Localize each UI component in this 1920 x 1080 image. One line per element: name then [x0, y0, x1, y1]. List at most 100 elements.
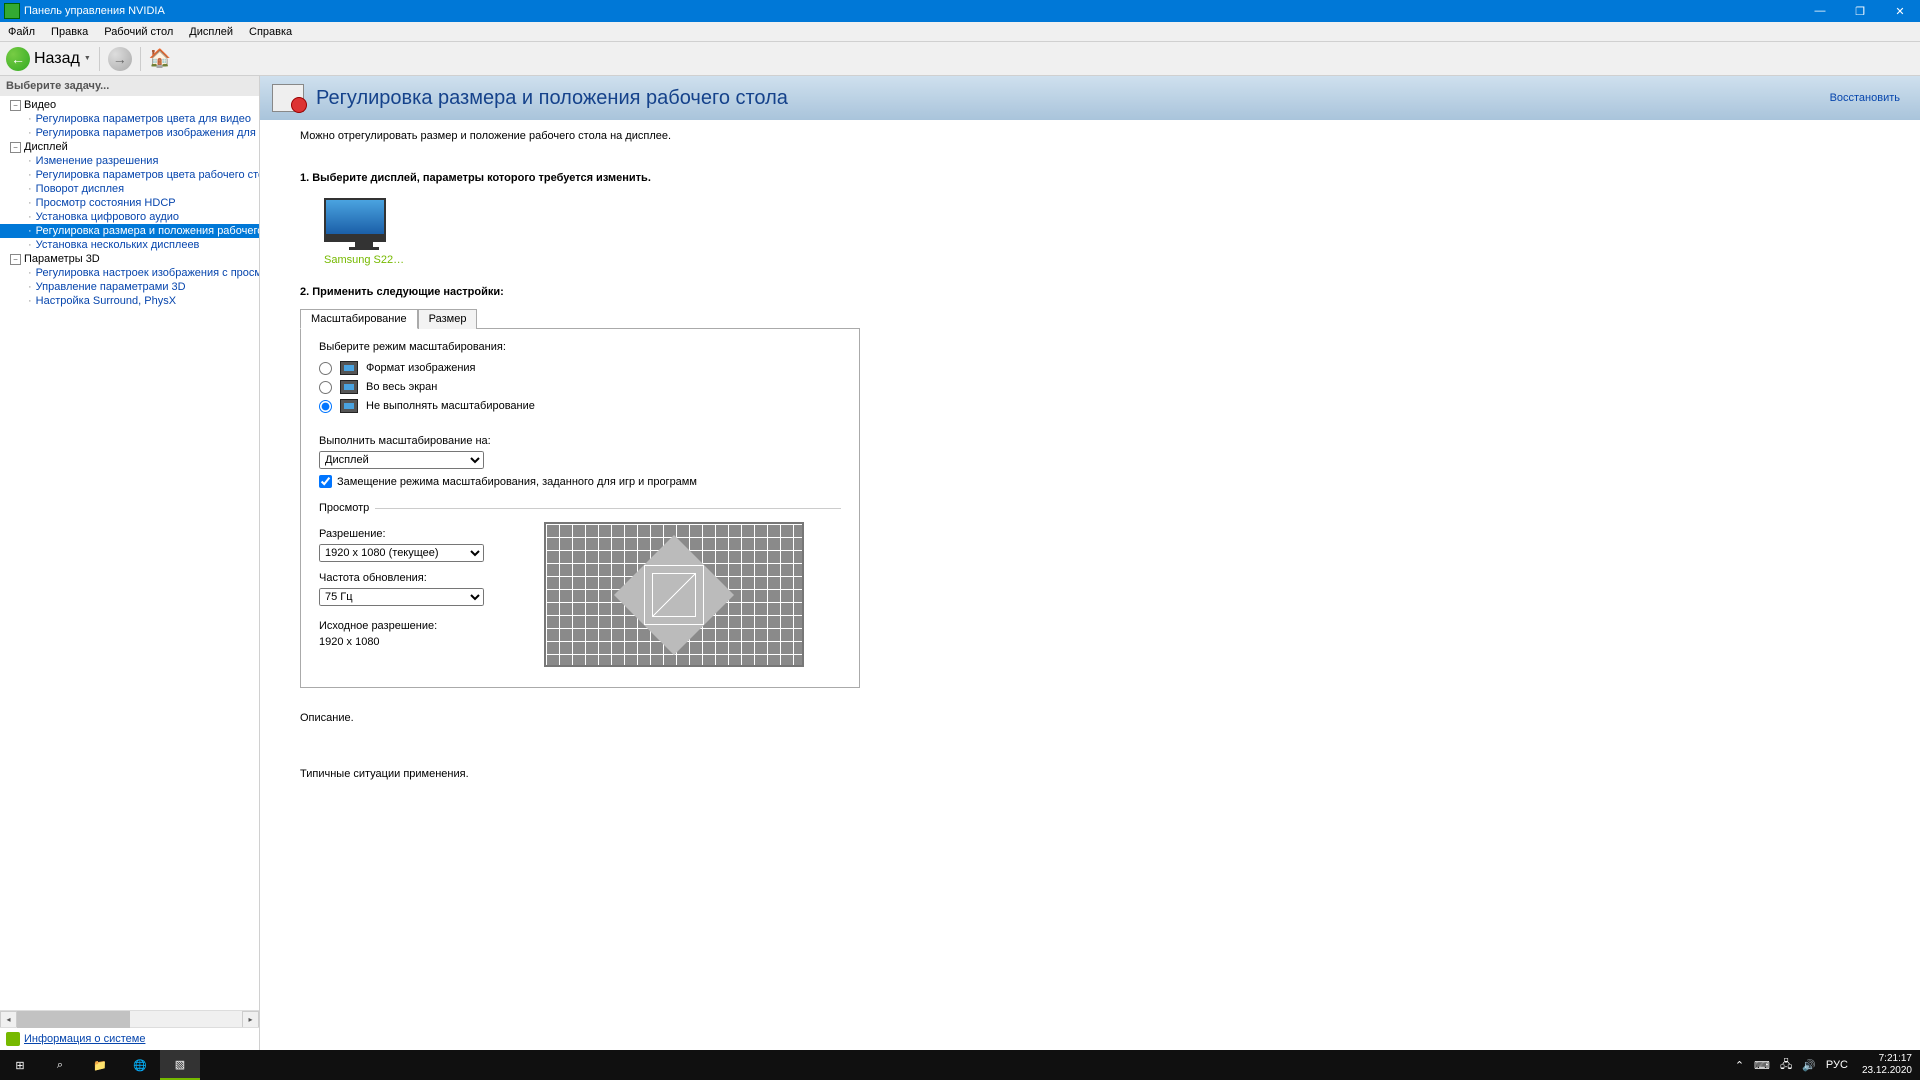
display-label: Samsung S22… — [324, 254, 404, 266]
scroll-left-icon[interactable]: ◂ — [0, 1011, 17, 1028]
system-info-link[interactable]: Информация о системе — [24, 1033, 145, 1045]
forward-button[interactable]: → — [108, 47, 132, 71]
tray-keyboard-icon[interactable]: ⌨ — [1754, 1059, 1770, 1072]
scroll-right-icon[interactable]: ▸ — [242, 1011, 259, 1028]
back-dropdown-icon[interactable]: ▼ — [84, 55, 91, 62]
tab-scaling[interactable]: Масштабирование — [300, 309, 418, 329]
page-content: Можно отрегулировать размер и положение … — [260, 120, 1920, 1050]
restore-defaults-link[interactable]: Восстановить — [1830, 92, 1908, 104]
override-label: Замещение режима масштабирования, заданн… — [337, 476, 697, 488]
radio-fullscreen-label: Во весь экран — [366, 381, 437, 393]
tree-item-adjust-size-position[interactable]: Регулировка размера и положения рабочего… — [0, 224, 259, 238]
home-button[interactable]: 🏠 — [149, 48, 171, 69]
taskbar-app-nvidia[interactable]: ▧ — [160, 1050, 200, 1080]
back-button[interactable]: ← Назад ▼ — [6, 47, 91, 71]
collapse-icon[interactable]: − — [10, 254, 21, 265]
native-res-label: Исходное разрешение: — [319, 620, 484, 632]
system-info-row: Информация о системе — [0, 1027, 259, 1050]
collapse-icon[interactable]: − — [10, 142, 21, 153]
tray-network-icon[interactable]: 🖧 — [1780, 1056, 1792, 1075]
step2-heading: 2. Применить следующие настройки: — [300, 286, 1880, 298]
tree-item-digital-audio[interactable]: Установка цифрового аудио — [0, 210, 259, 224]
search-button[interactable]: ⌕ — [40, 1050, 80, 1080]
radio-fullscreen-input[interactable] — [319, 381, 332, 394]
minimize-button[interactable]: — — [1800, 0, 1840, 22]
app-icon — [4, 3, 20, 19]
page-header-icon — [272, 84, 304, 112]
page-title: Регулировка размера и положения рабочего… — [316, 87, 1818, 110]
task-tree: −Видео Регулировка параметров цвета для … — [0, 96, 259, 1010]
perform-scaling-label: Выполнить масштабирование на: — [319, 435, 841, 447]
tree-item-rotate-display[interactable]: Поворот дисплея — [0, 182, 259, 196]
main-panel: Регулировка размера и положения рабочего… — [260, 76, 1920, 1050]
sidebar-scrollbar[interactable]: ◂ ▸ — [0, 1010, 259, 1027]
radio-aspect-ratio-label: Формат изображения — [366, 362, 476, 374]
native-res-value: 1920 x 1080 — [319, 636, 484, 648]
menu-file[interactable]: Файл — [0, 24, 43, 40]
scaling-mode-label: Выберите режим масштабирования: — [319, 341, 841, 353]
back-arrow-icon: ← — [6, 47, 30, 71]
toolbar-separator — [140, 47, 141, 71]
description-heading: Описание. — [300, 712, 1880, 724]
radio-no-scaling-label: Не выполнять масштабирование — [366, 400, 535, 412]
sidebar-header: Выберите задачу... — [0, 76, 259, 96]
radio-no-scaling-input[interactable] — [319, 400, 332, 413]
tray-volume-icon[interactable]: 🔊 — [1802, 1059, 1816, 1072]
page-intro: Можно отрегулировать размер и положение … — [300, 130, 1880, 142]
menu-help[interactable]: Справка — [241, 24, 300, 40]
clock-date: 23.12.2020 — [1862, 1065, 1912, 1077]
tree-item-change-resolution[interactable]: Изменение разрешения — [0, 154, 259, 168]
tree-item-image-preview[interactable]: Регулировка настроек изображения с просм… — [0, 266, 259, 280]
radio-aspect-ratio[interactable]: Формат изображения — [319, 361, 841, 375]
display-tile[interactable]: Samsung S22… — [324, 198, 404, 266]
close-button[interactable]: ✕ — [1880, 0, 1920, 22]
radio-aspect-ratio-input[interactable] — [319, 362, 332, 375]
window-title: Панель управления NVIDIA — [24, 5, 1800, 17]
tree-item-surround-physx[interactable]: Настройка Surround, PhysX — [0, 294, 259, 308]
tray-chevron-icon[interactable]: ⌃ — [1735, 1059, 1744, 1072]
perform-scaling-select[interactable]: Дисплей — [319, 451, 484, 469]
menu-edit[interactable]: Правка — [43, 24, 96, 40]
resolution-label: Разрешение: — [319, 528, 484, 540]
tab-size[interactable]: Размер — [418, 309, 478, 329]
monitor-icon — [324, 198, 386, 242]
system-tray[interactable]: ⌃ ⌨ 🖧 🔊 РУС — [1729, 1056, 1854, 1075]
tree-item-hdcp-status[interactable]: Просмотр состояния HDCP — [0, 196, 259, 210]
radio-no-scaling[interactable]: Не выполнять масштабирование — [319, 399, 841, 413]
tree-category-3d[interactable]: −Параметры 3D — [0, 252, 259, 266]
maximize-button[interactable]: ❐ — [1840, 0, 1880, 22]
tab-panel-scaling: Выберите режим масштабирования: Формат и… — [300, 328, 860, 688]
tree-category-video[interactable]: −Видео — [0, 98, 259, 112]
tree-item-video-color[interactable]: Регулировка параметров цвета для видео — [0, 112, 259, 126]
taskbar-app-edge[interactable]: 🌐 — [120, 1050, 160, 1080]
fullscreen-icon — [340, 380, 358, 394]
scenarios-heading: Типичные ситуации применения. — [300, 768, 1880, 780]
tree-item-desktop-color[interactable]: Регулировка параметров цвета рабочего ст… — [0, 168, 259, 182]
refresh-select[interactable]: 75 Гц — [319, 588, 484, 606]
collapse-icon[interactable]: − — [10, 100, 21, 111]
noscale-icon — [340, 399, 358, 413]
scrollbar-thumb[interactable] — [17, 1011, 130, 1028]
taskbar-app-explorer[interactable]: 📁 — [80, 1050, 120, 1080]
refresh-label: Частота обновления: — [319, 572, 484, 584]
page-header: Регулировка размера и положения рабочего… — [260, 76, 1920, 120]
preview-legend: Просмотр — [319, 502, 841, 514]
tray-language[interactable]: РУС — [1826, 1059, 1848, 1071]
tree-item-manage-3d[interactable]: Управление параметрами 3D — [0, 280, 259, 294]
settings-tabs: Масштабирование Размер Выберите режим ма… — [300, 308, 1880, 688]
menubar: Файл Правка Рабочий стол Дисплей Справка — [0, 22, 1920, 42]
override-checkbox[interactable] — [319, 475, 332, 488]
taskbar-clock[interactable]: 7:21:17 23.12.2020 — [1854, 1053, 1920, 1077]
start-button[interactable]: ⊞ — [0, 1050, 40, 1080]
resolution-select[interactable]: 1920 x 1080 (текущее) — [319, 544, 484, 562]
tree-category-display[interactable]: −Дисплей — [0, 140, 259, 154]
menu-desktop[interactable]: Рабочий стол — [96, 24, 181, 40]
radio-fullscreen[interactable]: Во весь экран — [319, 380, 841, 394]
tree-item-multiple-displays[interactable]: Установка нескольких дисплеев — [0, 238, 259, 252]
clock-time: 7:21:17 — [1862, 1053, 1912, 1065]
nvidia-icon — [6, 1032, 20, 1046]
menu-display[interactable]: Дисплей — [181, 24, 241, 40]
tree-item-video-image[interactable]: Регулировка параметров изображения для в… — [0, 126, 259, 140]
window-titlebar: Панель управления NVIDIA — ❐ ✕ — [0, 0, 1920, 22]
override-checkbox-row[interactable]: Замещение режима масштабирования, заданн… — [319, 475, 841, 488]
